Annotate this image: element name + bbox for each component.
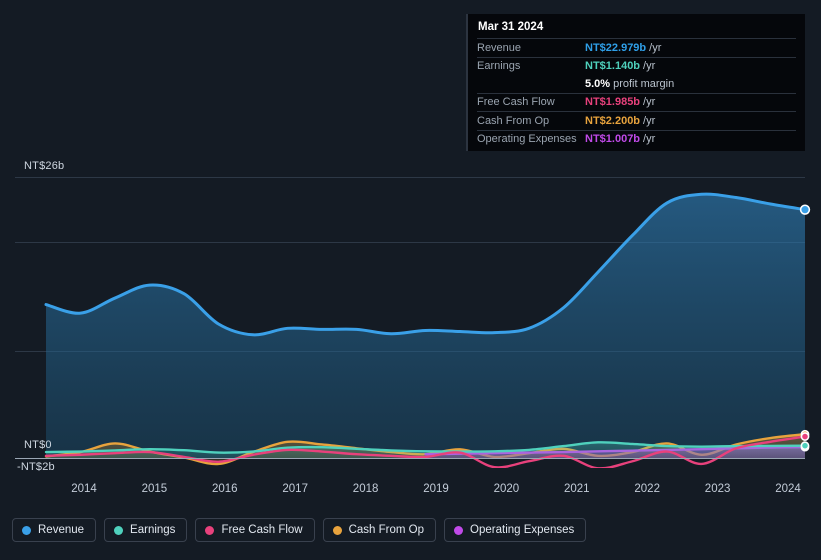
legend-dot-icon [454,525,464,535]
tooltip-row-value: NT$1.140b [585,60,641,73]
x-axis-tick-2016: 2016 [212,483,238,495]
tooltip-row-profit-margin: 5.0% profit margin [477,75,796,93]
zero-axis-line [15,458,805,459]
legend-item-label: Operating Expenses [470,524,575,536]
tooltip-row-value: NT$22.979b [585,41,647,54]
endpoint-marker-free-cash-flow [800,432,810,441]
legend-item-operating-expenses[interactable]: Operating Expenses [444,518,587,542]
tooltip-row-value: NT$1.985b [585,96,641,109]
tooltip-date: Mar 31 2024 [478,21,544,33]
tooltip-row-cash-from-op: Cash From Op NT$2.200b/yr [477,111,796,130]
y-axis-zero-label: NT$0 [24,439,52,451]
tooltip-row-unit: /yr [643,114,656,127]
x-axis-tick-2020: 2020 [493,483,520,495]
legend-item-earnings[interactable]: Earnings [104,518,188,542]
legend-dot-icon [114,525,124,535]
tooltip-row-value: NT$2.200b [585,114,641,127]
tooltip-row-earnings: Earnings NT$1.140b/yr [477,56,796,76]
tooltip-row-operating-expenses: Operating Expenses NT$1.007b/yr [477,129,796,149]
x-axis-tick-2019: 2019 [423,483,449,495]
tooltip-row-unit: profit margin [613,77,675,90]
x-axis-tick-2021: 2021 [564,483,590,495]
x-axis-tick-2017: 2017 [282,483,308,495]
tooltip-row-free-cash-flow: Free Cash Flow NT$1.985b/yr [477,92,796,112]
tooltip-row-unit: /yr [643,133,656,146]
financial-chart: NT$26b NT$0 -NT$2b 2014 2015 2016 2017 2018 2… [0,0,821,560]
chart-legend: Revenue Earnings Free Cash Flow Cash From O… [12,518,587,542]
legend-item-label: Free Cash Flow [221,524,303,536]
endpoint-marker-earnings [800,441,810,451]
plot-area [0,168,821,468]
tooltip-row-label: Earnings [477,60,521,73]
tooltip-row-unit: /yr [643,96,656,109]
legend-dot-icon [22,525,31,535]
area-fill-revenue [46,194,805,458]
tooltip-row-value: NT$1.007b [585,133,641,146]
tooltip-row-label: Operating Expenses [477,133,577,146]
x-axis-tick-2024: 2024 [775,483,801,495]
legend-item-free-cash-flow[interactable]: Free Cash Flow [195,518,315,542]
series-paths [44,192,807,468]
legend-item-label: Cash From Op [348,524,425,536]
x-axis-tick-2022: 2022 [634,483,660,495]
tooltip-row-label: Revenue [477,41,522,54]
x-axis: 2014 2015 2016 2017 2018 2019 2020 2021 2022 2023… [0,483,821,501]
endpoint-marker-revenue [799,204,811,215]
x-axis-tick-2023: 2023 [704,483,731,495]
legend-dot-icon [205,525,215,535]
tooltip-row-unit: /yr [643,60,656,73]
series-canvas [44,192,811,468]
tooltip-row-revenue: Revenue NT$22.979b/yr [477,38,796,57]
y-axis-top-label: NT$26b [24,160,65,172]
tooltip-row-unit: /yr [649,41,662,54]
x-axis-tick-2018: 2018 [352,483,379,495]
data-tooltip: Mar 31 2024 Revenue NT$22.979b/yr Earnings… [466,14,805,151]
legend-item-label: Revenue [38,524,85,536]
x-axis-tick-2014: 2014 [71,483,97,495]
legend-item-cash-from-op[interactable]: Cash From Op [322,518,437,542]
legend-item-label: Earnings [130,524,176,536]
x-axis-tick-2015: 2015 [141,483,168,495]
tooltip-rows: Revenue NT$22.979b/yr Earnings NT$1.140b/yr… [477,38,796,148]
y-axis-bottom-label: -NT$2b [17,461,55,473]
legend-item-revenue[interactable]: Revenue [12,518,97,542]
tooltip-row-value: 5.0% [585,77,611,90]
tooltip-row-label: Free Cash Flow [477,96,555,109]
legend-dot-icon [332,525,342,535]
tooltip-row-label: Cash From Op [477,114,550,127]
